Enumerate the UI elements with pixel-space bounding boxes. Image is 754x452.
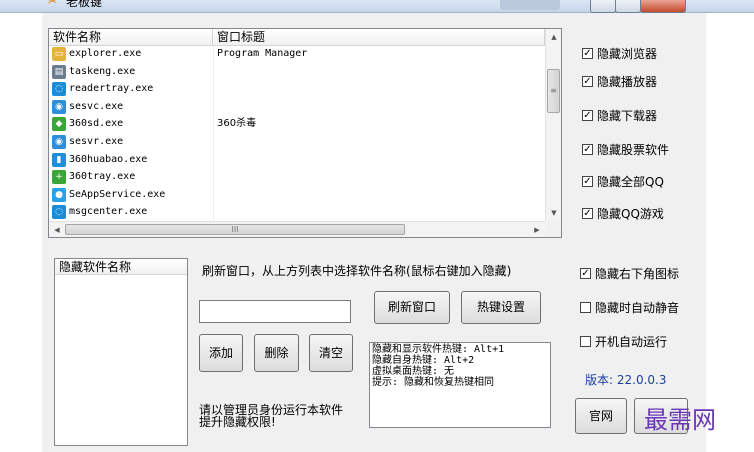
process-list-header: 软件名称 窗口标题 [49, 29, 545, 46]
process-list[interactable]: 软件名称 窗口标题 ▭ explorer.exe Program Manager ▤ t… [48, 28, 562, 238]
column-software-name[interactable]: 软件名称 [49, 29, 213, 45]
checkbox-icon[interactable] [580, 336, 591, 347]
process-row[interactable]: ◉ sesvr.exe [49, 133, 545, 151]
sesvr-icon: ◉ [52, 135, 66, 149]
process-name-cell: 360sd.exe [69, 115, 214, 134]
minimize-button[interactable] [590, 0, 616, 13]
checkbox-icon[interactable]: ✓ [582, 110, 593, 121]
software-name-input[interactable] [199, 300, 351, 323]
process-name-cell: sesvr.exe [69, 133, 214, 151]
process-row[interactable]: ▮ 360huabao.exe [49, 150, 545, 169]
process-name-cell: readertray.exe [69, 80, 214, 99]
close-button[interactable] [640, 0, 686, 13]
process-name-cell: msgcenter.exe [69, 203, 214, 222]
boss-key-app-icon: ✂ [48, 0, 58, 8]
scroll-left-arrow-icon[interactable]: ◀ [49, 222, 65, 237]
sesvc-icon: ◉ [52, 99, 66, 114]
website-button[interactable]: 官网 [575, 398, 627, 434]
column-hidden-software-name[interactable]: 隐藏软件名称 [55, 259, 187, 275]
checkbox-icon[interactable]: ✓ [582, 48, 593, 59]
window-title: 老板键 [66, 0, 103, 9]
process-name-cell: SeAppService.exe [69, 185, 214, 204]
scroll-right-arrow-icon[interactable]: ▶ [529, 222, 545, 237]
scrollbar-corner [545, 221, 561, 237]
checkbox-icon[interactable]: ✓ [580, 268, 591, 279]
process-name-cell: sesvc.exe [69, 97, 214, 116]
hotkey-info-line: 隐藏自身热键: Alt+2 [372, 355, 475, 366]
scroll-down-arrow-icon[interactable]: ▼ [546, 205, 561, 221]
refresh-window-button[interactable]: 刷新窗口 [374, 291, 450, 324]
process-name-cell: 360huabao.exe [69, 150, 214, 169]
process-row[interactable]: ◆ 360sd.exe 360杀毒 [49, 115, 545, 134]
window-title-cell: Program Manager [217, 48, 308, 59]
process-name-cell: taskeng.exe [69, 62, 214, 81]
horizontal-scrollbar[interactable]: ◀ III ▶ [49, 221, 545, 237]
checkbox-icon[interactable]: ✓ [582, 76, 593, 87]
hidden-software-list[interactable]: 隐藏软件名称 [54, 258, 188, 446]
seapp-chat-icon: ● [52, 187, 66, 202]
process-name-cell: explorer.exe [69, 45, 214, 63]
msgcenter-icon: ◌ [52, 205, 66, 220]
window-app-icon: ▤ [52, 64, 66, 79]
version-label: 版本: 22.0.0.3 [585, 373, 667, 387]
360-plus-icon: + [52, 170, 66, 185]
delete-button[interactable]: 删除 [254, 334, 299, 372]
horizontal-scroll-thumb[interactable]: III [65, 224, 405, 235]
checkbox-icon[interactable] [580, 302, 591, 313]
window-title-cell: 360杀毒 [217, 118, 257, 130]
instruction-text: 刷新窗口，从上方列表中选择软件名称(鼠标右键加入隐藏) [202, 264, 512, 278]
watermark-logo: 最需网 [644, 406, 716, 434]
checkbox-icon[interactable]: ✓ [582, 176, 593, 187]
process-row[interactable]: ▭ explorer.exe Program Manager [49, 45, 545, 63]
process-row[interactable]: +360tray.exe [49, 168, 545, 187]
process-name-cell: 360tray.exe [69, 168, 214, 187]
hotkey-info-line: 虚拟桌面热键: 无 [372, 366, 455, 377]
checkbox-icon[interactable]: ✓ [582, 144, 593, 155]
process-row[interactable]: ◌ readertray.exe [49, 80, 545, 99]
explorer-folder-icon: ▭ [52, 47, 66, 61]
clear-button[interactable]: 清空 [309, 334, 353, 372]
checkbox-icon[interactable]: ✓ [582, 208, 593, 219]
process-row[interactable]: ◌ msgcenter.exe [49, 203, 545, 222]
process-row[interactable]: ▤ taskeng.exe [49, 62, 545, 81]
hotkey-info-line: 隐藏和显示软件热键: Alt+1 [372, 344, 505, 355]
360-shield-icon: ◆ [52, 117, 66, 132]
blurred-title-control [500, 0, 560, 10]
hotkey-settings-button[interactable]: 热键设置 [461, 291, 541, 324]
scroll-up-arrow-icon[interactable]: ▲ [546, 29, 561, 45]
column-window-title[interactable]: 窗口标题 [213, 29, 545, 45]
vertical-scrollbar[interactable]: ▲ ≡ ▼ [545, 29, 561, 221]
hotkey-info-line: 提示: 隐藏和恢复热键相同 [372, 377, 495, 388]
360huabao-icon: ▮ [52, 152, 66, 167]
process-row[interactable]: ● SeAppService.exe [49, 185, 545, 204]
admin-note: 请以管理员身份运行本软件 提升隐藏权限! [199, 404, 343, 428]
maximize-button[interactable] [615, 0, 641, 13]
hotkey-info-box: 隐藏和显示软件热键: Alt+1 隐藏自身热键: Alt+2 虚拟桌面热键: 无… [369, 342, 551, 428]
vertical-scroll-thumb[interactable]: ≡ [547, 69, 560, 113]
reader-tray-icon: ◌ [52, 82, 66, 97]
title-bar: ✂ 老板键 [0, 0, 754, 13]
add-button[interactable]: 添加 [199, 334, 243, 372]
admin-note-line: 提升隐藏权限! [199, 415, 276, 429]
process-row[interactable]: ◉ sesvc.exe [49, 97, 545, 116]
